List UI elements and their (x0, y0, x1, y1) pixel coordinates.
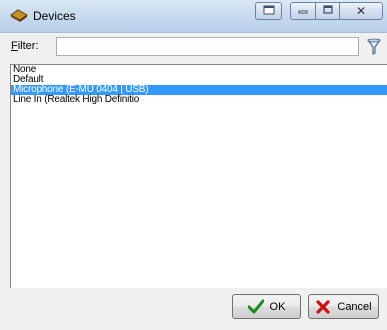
restore-button[interactable] (255, 2, 282, 20)
checkmark-icon (247, 299, 265, 315)
filter-label: Filter: (11, 40, 39, 52)
title-bar[interactable]: Devices ✕ (0, 0, 387, 33)
cancel-button-label: Cancel (337, 300, 372, 313)
device-list[interactable]: None Default Microphone (E-MU 0404 | USB… (10, 64, 387, 288)
maximize-button[interactable] (315, 2, 340, 20)
minimize-icon (298, 5, 308, 18)
close-button[interactable]: ✕ (339, 2, 383, 20)
window-restore-icon (263, 5, 275, 18)
window-title: Devices (33, 9, 76, 23)
cancel-button[interactable]: Cancel (308, 294, 379, 319)
ok-button-label: OK (269, 300, 286, 313)
app-logo-icon (10, 9, 28, 23)
red-x-icon (315, 299, 331, 315)
close-icon: ✕ (355, 4, 367, 18)
filter-label-accel: F (11, 40, 18, 52)
device-list-item-none[interactable]: None (11, 65, 387, 75)
filter-input[interactable] (56, 37, 359, 56)
minimize-button[interactable] (290, 2, 316, 20)
ok-button[interactable]: OK (232, 294, 301, 319)
filter-label-text: ilter: (17, 40, 39, 52)
maximize-icon (322, 4, 333, 18)
filter-funnel-icon[interactable] (366, 38, 382, 56)
devices-dialog: Devices ✕ Filter: None Default Microphon… (0, 0, 387, 330)
device-list-item-line-in[interactable]: Line In (Realtek High Definitio (11, 95, 387, 105)
